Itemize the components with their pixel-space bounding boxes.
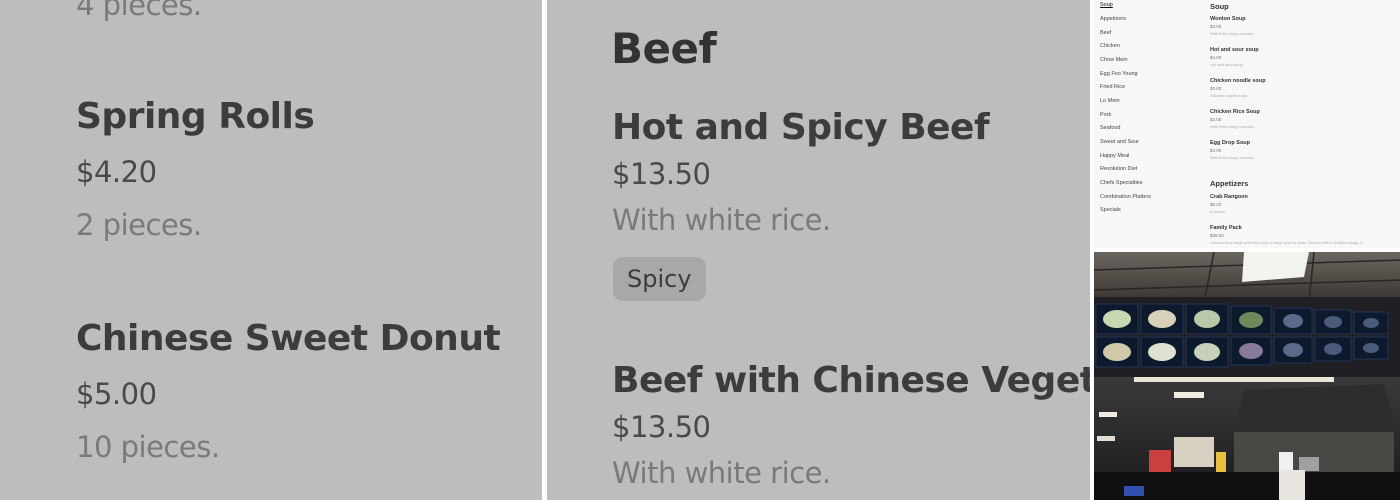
category-link-fried-rice[interactable]: Fried Rice <box>1100 84 1125 90</box>
menu-item-name: Chicken Rice Soup <box>1210 109 1260 115</box>
category-link-revolution-diet[interactable]: Revolution Diet <box>1100 166 1137 172</box>
menu-item-description: With fried crispy noodles. <box>1210 31 1255 36</box>
category-link-beef[interactable]: Beef <box>1100 30 1111 36</box>
category-link-specials[interactable]: Specials <box>1100 207 1121 213</box>
menu-item[interactable]: Family Pack $28.00 Choose from large por… <box>1210 225 1363 246</box>
category-link-soup[interactable]: Soup <box>1100 2 1113 8</box>
category-link-chicken[interactable]: Chicken <box>1100 43 1120 49</box>
menu-item[interactable]: Egg Drop Soup $3.00 With fried crispy no… <box>1210 140 1255 161</box>
menu-item-description: Hot and sour soup. <box>1210 62 1244 67</box>
item-price: $13.50 <box>612 157 711 191</box>
menu-item-price: $3.00 <box>1210 24 1222 29</box>
zoomed-menu-middle-panel: Beef Hot and Spicy Beef $13.50 With whit… <box>547 0 1090 500</box>
item-name[interactable]: Spring Rolls <box>76 96 315 137</box>
spicy-tag: Spicy <box>613 257 706 301</box>
item-description: 2 pieces. <box>76 208 202 242</box>
item-description-partial: 4 pieces. <box>76 0 202 22</box>
item-description: With white rice. <box>612 456 831 490</box>
restaurant-interior-photo <box>1094 252 1400 500</box>
section-title: Beef <box>611 24 717 73</box>
category-link-egg-foo-young[interactable]: Egg Foo Young <box>1100 71 1138 77</box>
menu-item[interactable]: Wonton Soup $3.00 With fried crispy nood… <box>1210 16 1255 37</box>
item-price: $5.00 <box>76 377 157 411</box>
menu-item-price: $4.00 <box>1210 55 1222 60</box>
menu-item-name: Hot and sour soup <box>1210 47 1259 53</box>
category-link-combination-platters[interactable]: Combination Platters <box>1100 194 1151 200</box>
item-price: $13.50 <box>612 410 711 444</box>
menu-item-price: $28.00 <box>1210 233 1224 238</box>
menu-item-name: Wonton Soup <box>1210 16 1246 22</box>
menu-screenshot: Soup Appetizers Beef Chicken Chow Mein E… <box>1094 0 1400 248</box>
category-link-sweet-and-sour[interactable]: Sweet and Sour <box>1100 139 1139 145</box>
menu-item-name: Crab Rangoon <box>1210 194 1248 200</box>
menu-section-title: Soup <box>1210 2 1229 11</box>
menu-item-description: With fried crispy noodles. <box>1210 155 1255 160</box>
menu-item-description: Choose from large pork fried rice or lar… <box>1210 240 1363 245</box>
menu-item-price: $3.00 <box>1210 117 1222 122</box>
menu-section-title: Appetizers <box>1210 179 1249 188</box>
menu-item-description: Chicken noodle soup. <box>1210 93 1249 98</box>
zoomed-menu-left-panel: 4 pieces. Spring Rolls $4.20 2 pieces. C… <box>0 0 542 500</box>
menu-item-price: $3.00 <box>1210 86 1222 91</box>
item-name[interactable]: Chinese Sweet Donut <box>76 318 501 359</box>
menu-item-description: 8 pieces. <box>1210 209 1227 214</box>
restaurant-counter-illustration <box>1094 252 1400 500</box>
category-link-happy-meal[interactable]: Happy Meal <box>1100 153 1129 159</box>
category-link-chow-mein[interactable]: Chow Mein <box>1100 57 1128 63</box>
menu-item[interactable]: Chicken Rice Soup $3.00 With fried crisp… <box>1210 109 1260 130</box>
menu-item[interactable]: Chicken noodle soup $3.00 Chicken noodle… <box>1210 78 1266 99</box>
menu-item-price: $5.20 <box>1210 202 1222 207</box>
category-link-chefs-specialties[interactable]: Chefs Specialties <box>1100 180 1143 186</box>
menu-item-price: $3.00 <box>1210 148 1222 153</box>
menu-item[interactable]: Hot and sour soup $4.00 Hot and sour sou… <box>1210 47 1259 68</box>
item-price: $4.20 <box>76 155 157 189</box>
category-link-appetizers[interactable]: Appetizers <box>1100 16 1126 22</box>
menu-item-name: Egg Drop Soup <box>1210 140 1251 146</box>
menu-item-name: Chicken noodle soup <box>1210 78 1266 84</box>
item-description: 10 pieces. <box>76 430 220 464</box>
item-description: With white rice. <box>612 203 831 237</box>
item-name[interactable]: Beef with Chinese Vegetables <box>612 360 1090 401</box>
category-link-seafood[interactable]: Seafood <box>1100 125 1121 131</box>
menu-item-description: With fried crispy noodles. <box>1210 124 1255 129</box>
category-link-lo-mein[interactable]: Lo Mein <box>1100 98 1120 104</box>
category-link-pork[interactable]: Pork <box>1100 112 1111 118</box>
menu-item-name: Family Pack <box>1210 225 1242 231</box>
item-name[interactable]: Hot and Spicy Beef <box>612 107 990 148</box>
menu-item[interactable]: Crab Rangoon $5.20 8 pieces. <box>1210 194 1248 215</box>
